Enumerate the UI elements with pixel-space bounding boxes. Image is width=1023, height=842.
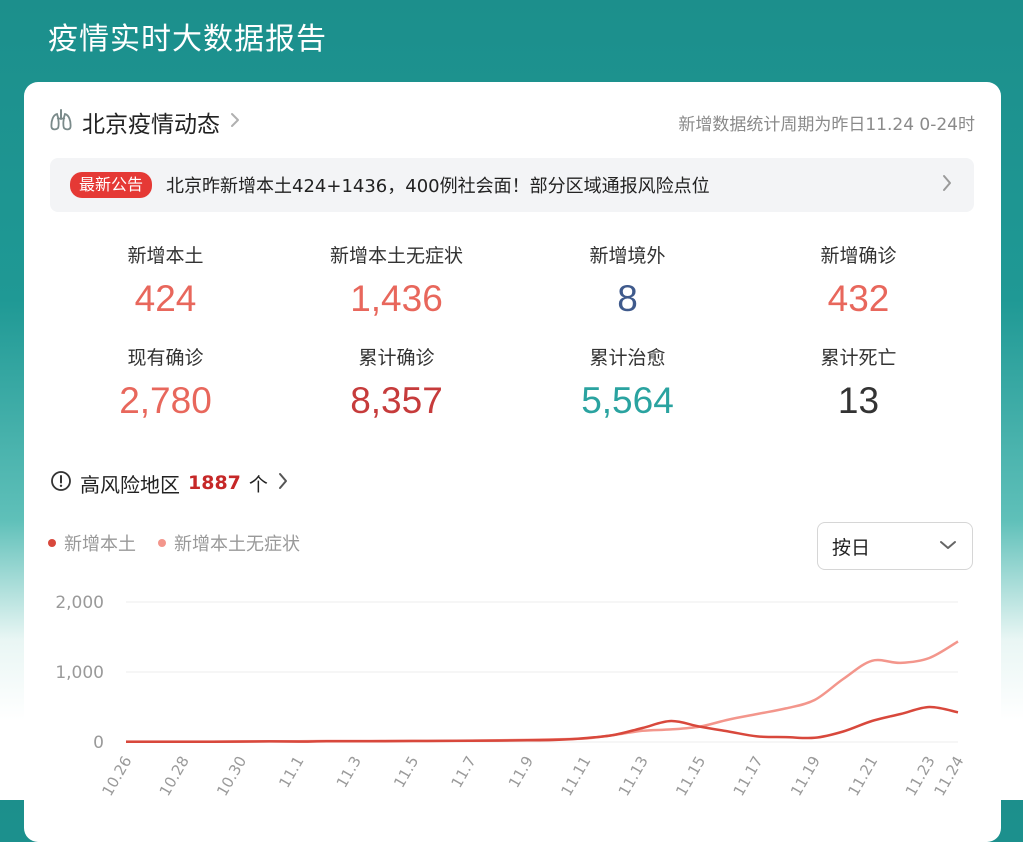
statistics-period-note: 新增数据统计周期为昨日11.24 0-24时 [678,114,975,135]
stat-value: 424 [134,278,197,319]
chevron-right-icon [276,470,290,496]
notice-badge: 最新公告 [70,172,153,198]
alert-circle-icon [50,470,72,496]
stat-total-recovered: 累计治愈 5,564 [512,344,743,432]
stat-value: 13 [837,380,880,421]
stat-total-confirmed: 累计确诊 8,357 [281,344,512,432]
period-select[interactable]: 按日 [817,522,973,570]
stat-new-local-asymptomatic: 新增本土无症状 1,436 [281,242,512,330]
stat-new-local: 新增本土 424 [50,242,281,330]
stat-label: 新增境外 [589,245,666,267]
chevron-down-icon [938,537,958,556]
high-risk-areas-link[interactable]: 高风险地区 1887 个 [50,467,290,499]
high-risk-count: 1887 [188,472,241,494]
legend-item-local[interactable]: 新增本土 [48,530,136,556]
legend-label: 新增本土 [64,534,136,555]
stat-new-confirmed: 新增确诊 432 [743,242,974,330]
stat-new-imported: 新增境外 8 [512,242,743,330]
chevron-right-icon [228,110,242,134]
notice-text: 北京昨新增本土424+1436，400例社会面！部分区域通报风险点位 [166,176,710,197]
chart-legend: 新增本土 新增本土无症状 [48,530,300,556]
latest-notice-bar[interactable]: 最新公告 北京昨新增本土424+1436，400例社会面！部分区域通报风险点位 [50,158,974,212]
app-title: 疫情实时大数据报告 [48,22,327,57]
high-risk-label: 高风险地区 [80,472,180,497]
stat-label: 新增确诊 [820,245,897,267]
stat-label: 新增本土无症状 [329,245,463,267]
chevron-right-icon [940,172,954,198]
stats-grid: 新增本土 424 新增本土无症状 1,436 新增境外 8 新增确诊 432 现… [50,242,974,432]
stat-current-confirmed: 现有确诊 2,780 [50,344,281,432]
stat-value: 5,564 [581,380,674,421]
stat-label: 累计确诊 [358,347,435,369]
stat-value: 2,780 [119,380,212,421]
stat-value: 1,436 [350,278,443,319]
stat-value: 8,357 [350,380,443,421]
stat-label: 累计治愈 [589,347,666,369]
legend-label: 新增本土无症状 [174,534,300,555]
section-title: 北京疫情动态 [82,112,220,138]
stat-label: 新增本土 [127,245,204,267]
stat-label: 累计死亡 [820,347,897,369]
section-title-link[interactable]: 北京疫情动态 [48,105,242,139]
stat-value: 8 [617,278,638,319]
stat-label: 现有确诊 [127,347,204,369]
lungs-icon [48,107,74,137]
dashboard-card: 北京疫情动态 新增数据统计周期为昨日11.24 0-24时 最新公告 北京昨新增… [24,82,1001,842]
legend-dot-icon [158,539,166,547]
period-select-value: 按日 [832,536,871,559]
stat-total-deaths: 累计死亡 13 [743,344,974,432]
stat-value: 432 [827,278,890,319]
legend-dot-icon [48,539,56,547]
card-header: 北京疫情动态 新增数据统计周期为昨日11.24 0-24时 [48,104,975,140]
legend-item-asymptomatic[interactable]: 新增本土无症状 [158,530,300,556]
high-risk-unit: 个 [248,473,268,496]
